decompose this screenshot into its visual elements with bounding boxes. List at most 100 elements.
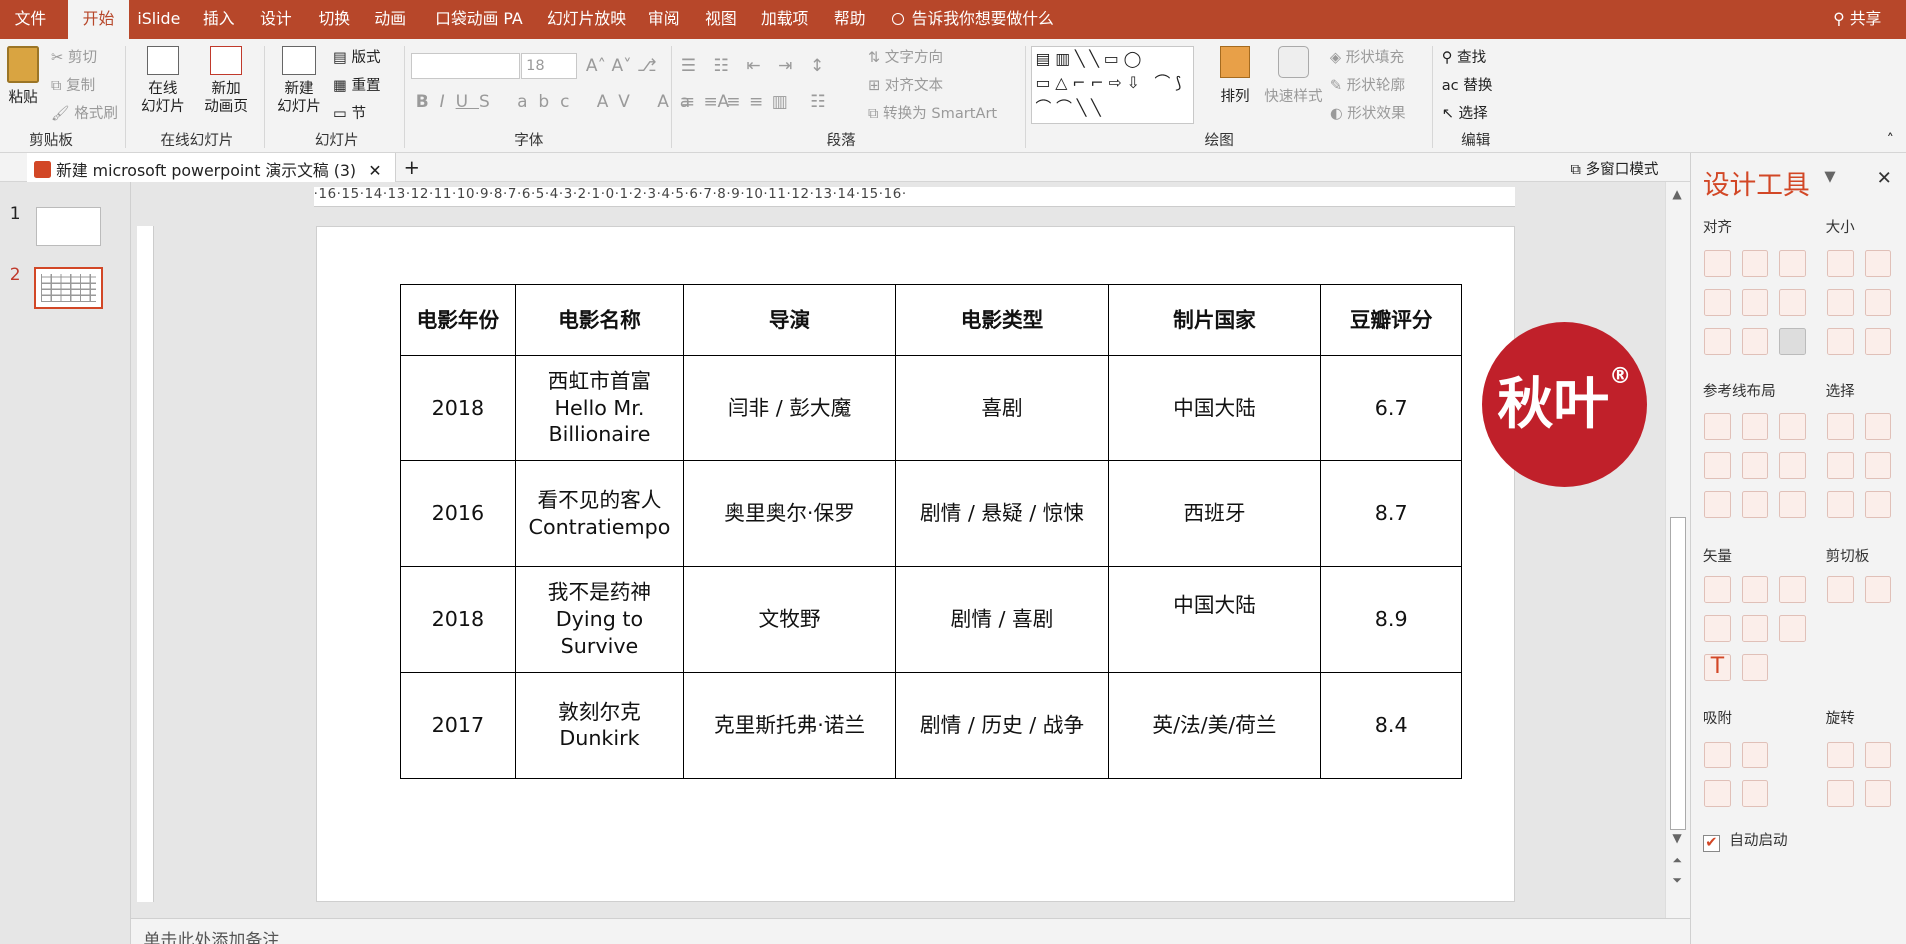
country-cell[interactable]: 中国大陆 [1107,566,1322,673]
snap-top-icon[interactable] [1704,780,1731,808]
shapes-gallery[interactable]: ▤▥╲╲▭◯ ▭△⌐⌐⇨⇩ ⌒⟆⌒⌒╲╲ [1030,46,1194,124]
share-button[interactable]: ⚲ 共享 [1819,0,1896,39]
copy-format-icon[interactable] [1826,576,1854,603]
divide-icon[interactable] [1779,615,1807,642]
header-cell[interactable]: 豆瓣评分 [1320,284,1463,356]
menu-help[interactable]: 帮助 [819,0,880,39]
title-cell[interactable]: 西虹市首富 Hello Mr. Billionaire [515,354,684,462]
same-size-icon[interactable] [1826,289,1854,317]
align-left-icon[interactable] [1704,250,1731,278]
select-group-icon[interactable] [1826,491,1854,518]
flip-vertical-icon[interactable] [1826,780,1854,808]
fit-height-icon[interactable] [1826,328,1854,355]
header-cell[interactable]: 电影类型 [895,284,1109,356]
guide-middle-icon[interactable] [1741,452,1769,479]
cut-button[interactable]: ✂ 剪切 [51,46,97,67]
align-bottom-icon[interactable] [1779,289,1807,317]
notes-pane[interactable]: 单击此处添加备注 [131,917,1690,944]
collapse-ribbon-icon[interactable]: ˄ [1887,131,1894,148]
chevron-down-icon[interactable]: ▼ [1824,168,1835,185]
new-tab-button[interactable]: + [404,156,420,179]
multi-window-mode-button[interactable]: ⧉ 多窗口模式 [1571,158,1659,179]
text-direction-button[interactable]: ⇅ 文字方向 [868,46,943,67]
menu-slideshow[interactable]: 幻灯片放映 [532,0,640,39]
online-slides-button[interactable]: 在线 幻灯片 [134,46,192,117]
genre-cell[interactable]: 剧情 / 历史 / 战争 [895,671,1109,779]
menu-design[interactable]: 设计 [246,0,307,39]
guide-bottom-icon[interactable] [1779,452,1807,479]
slide-canvas[interactable]: 电影年份 电影名称 导演 电影类型 制片国家 豆瓣评分 2018 西虹市首富 H… [316,226,1647,902]
guide-left-icon[interactable] [1704,413,1731,441]
country-cell[interactable]: 西班牙 [1107,460,1322,568]
same-width-icon[interactable] [1826,250,1854,278]
find-button[interactable]: ⚲ 查找 [1442,46,1486,67]
country-cell[interactable]: 英/法/美/荷兰 [1107,671,1322,779]
select-similar-icon[interactable] [1826,452,1854,479]
convert-smartart-button[interactable]: ⧉ 转换为 SmartArt [868,102,997,123]
section-button[interactable]: ▭ 节 [333,102,366,123]
align-grid-icon[interactable] [1779,328,1807,355]
same-height-icon[interactable] [1864,250,1892,278]
union-icon[interactable] [1704,576,1731,603]
combine-icon[interactable] [1741,576,1769,603]
year-cell[interactable]: 2017 [399,671,517,779]
align-right-icon[interactable] [1779,250,1807,278]
slide-thumbnail-1[interactable] [36,206,101,246]
arrange-button[interactable]: 排列 [1213,46,1257,106]
guide-center-icon[interactable] [1741,413,1769,441]
menu-pocket-animation[interactable]: 口袋动画 PA [421,0,538,39]
alignment-buttons[interactable]: ≡≡≡≡▥ ☷ [681,92,834,112]
scroll-down-arrow[interactable]: ▼ [1672,831,1681,845]
guide-grid-icon[interactable] [1779,491,1807,518]
scroll-thumb[interactable] [1670,516,1686,831]
menu-home[interactable]: 开始 [68,0,129,39]
copy-button[interactable]: ⧉ 复制 [51,74,95,95]
title-cell[interactable]: 敦刻尔克 Dunkirk [515,671,684,779]
menu-review[interactable]: 审阅 [633,0,694,39]
quick-styles-button[interactable]: 快速样式 [1259,46,1327,106]
format-painter-button[interactable]: 🖌 格式刷 [51,102,118,123]
header-cell[interactable]: 制片国家 [1107,284,1322,356]
title-cell[interactable]: 看不见的客人 Contratiempo [515,460,684,568]
shape-fill-button[interactable]: ◈ 形状填充 [1330,46,1404,67]
select-invert-icon[interactable] [1864,452,1892,479]
font-family-select[interactable] [410,53,521,79]
shape-effects-button[interactable]: ◐ 形状效果 [1330,102,1406,123]
intersect-icon[interactable] [1704,615,1731,642]
select-same-icon[interactable] [1826,413,1854,441]
align-middle-icon[interactable] [1741,289,1769,317]
shape-outline-button[interactable]: ✎ 形状轮廓 [1330,74,1405,95]
previous-slide-icon[interactable]: ⏶ [1672,853,1682,868]
align-top-icon[interactable] [1704,289,1731,317]
rotate-right-icon[interactable] [1864,741,1892,769]
genre-cell[interactable]: 喜剧 [895,354,1109,462]
close-icon[interactable]: ✕ [1877,168,1892,189]
menu-animations[interactable]: 动画 [360,0,421,39]
score-cell[interactable]: 8.4 [1320,671,1463,779]
menu-insert[interactable]: 插入 [188,0,249,39]
vertical-scrollbar[interactable]: ▲ ▼ ⏶ ⏷ [1665,182,1690,918]
replace-button[interactable]: ac 替换 [1442,74,1493,95]
movie-table[interactable]: 电影年份 电影名称 导演 电影类型 制片国家 豆瓣评分 2018 西虹市首富 H… [399,284,1463,779]
title-cell[interactable]: 我不是药神 Dying to Survive [515,566,684,673]
menu-transitions[interactable]: 切换 [304,0,365,39]
grow-font-button[interactable]: A˄ A˅ ⎇ [586,56,657,76]
fit-width-icon[interactable] [1864,328,1892,355]
score-cell[interactable]: 6.7 [1320,354,1463,462]
reset-button[interactable]: ▦ 重置 [333,74,381,95]
paste-button[interactable]: 粘贴 [5,46,41,107]
year-cell[interactable]: 2018 [399,566,517,673]
genre-cell[interactable]: 剧情 / 喜剧 [895,566,1109,673]
score-cell[interactable]: 8.9 [1320,566,1463,673]
score-cell[interactable]: 8.7 [1320,460,1463,568]
select-button[interactable]: ↖ 选择 [1442,102,1488,123]
text-icon[interactable]: T [1704,653,1731,681]
distribute-vertical-icon[interactable] [1741,328,1769,355]
list-buttons[interactable]: ☰ ☷ ⇤ ⇥ ↕ [681,56,831,76]
genre-cell[interactable]: 剧情 / 悬疑 / 惊悚 [895,460,1109,568]
guide-right-icon[interactable] [1779,413,1807,441]
snap-bottom-icon[interactable] [1741,780,1769,808]
header-cell[interactable]: 电影年份 [399,284,517,356]
menu-file[interactable]: 文件 [0,0,61,39]
edit-points-icon[interactable] [1741,653,1769,681]
